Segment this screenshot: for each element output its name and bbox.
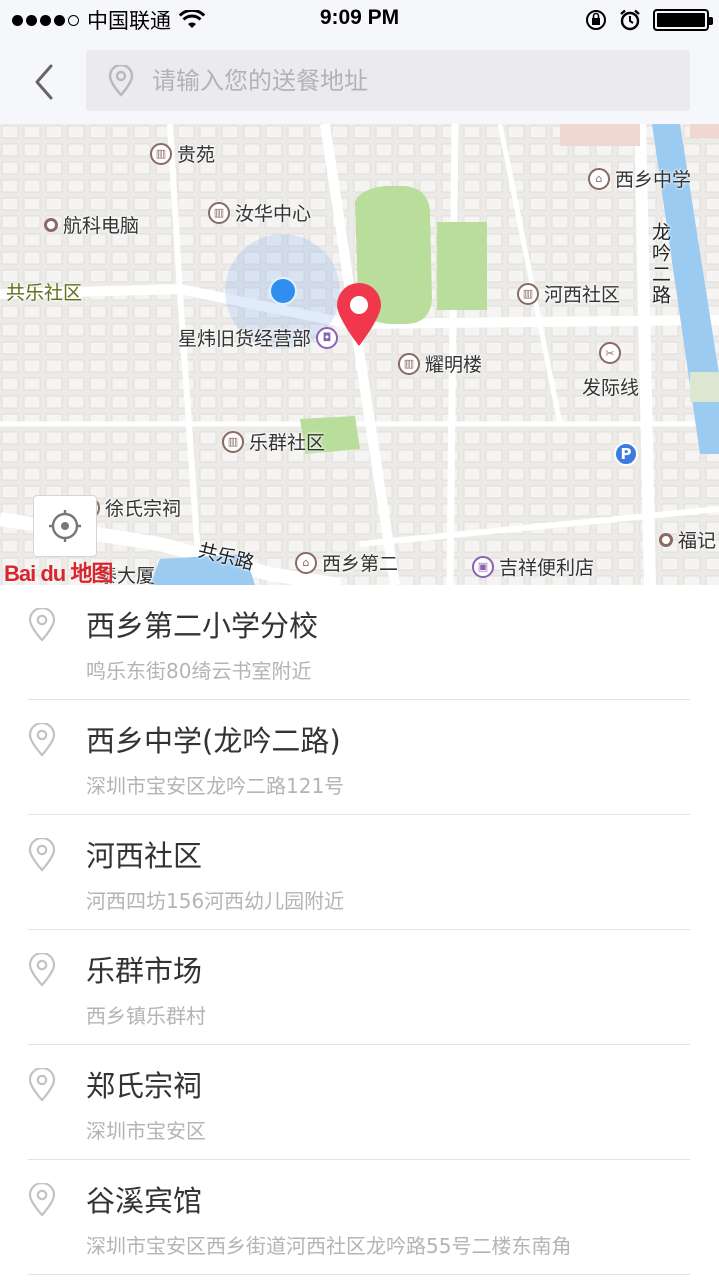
building-icon: ▥ <box>150 142 172 165</box>
map-poi-fuji[interactable]: 福记 <box>659 526 716 553</box>
map-poi-lequn-community[interactable]: ▥ 乐群社区 <box>222 428 325 455</box>
location-pin-icon <box>28 723 56 757</box>
scissors-icon: ✂ <box>599 342 621 364</box>
address-search-box[interactable] <box>86 50 690 111</box>
rotation-lock-icon <box>585 9 607 31</box>
map-area-gongle: 共乐社区 <box>6 282 83 304</box>
school-icon: ⌂ <box>295 551 317 574</box>
location-pin-icon <box>28 953 56 987</box>
address-search-input[interactable] <box>152 66 652 95</box>
address-item[interactable]: 西乡第二小学分校 鸣乐东街80绮云书室附近 <box>28 585 690 700</box>
map-poi-fajixian[interactable]: 发际线 <box>582 373 639 400</box>
address-suggestion-list: 西乡第二小学分校 鸣乐东街80绮云书室附近 西乡中学(龙吟二路) 深圳市宝安区龙… <box>0 585 719 1280</box>
map-poi-scissors[interactable]: ✂ <box>599 342 621 364</box>
building-icon: ▥ <box>398 352 420 375</box>
road-longyin-2: 龙吟二路 <box>649 222 671 306</box>
address-detail: 深圳市宝安区西乡街道河西社区龙吟路55号二楼东南角 <box>86 1234 572 1258</box>
address-detail: 深圳市宝安区 <box>86 1119 206 1143</box>
status-bar: 中国联通 9:09 PM <box>0 0 719 40</box>
poi-dot-icon <box>44 217 58 232</box>
location-pin-icon <box>28 608 56 642</box>
address-name: 郑氏宗祠 <box>86 1069 203 1103</box>
back-button[interactable] <box>24 58 64 106</box>
map-poi-ruhua[interactable]: ▥ 汝华中心 <box>208 199 311 226</box>
chevron-left-icon <box>35 64 53 100</box>
address-detail: 深圳市宝安区龙吟二路121号 <box>86 774 345 798</box>
map-poi-hexi-community[interactable]: ▥ 河西社区 <box>517 280 620 307</box>
map-poi-xixiang-middle[interactable]: ⌂ 西乡中学 <box>588 165 691 192</box>
poi-dot-icon <box>659 532 673 547</box>
parking-icon[interactable]: P <box>614 442 638 466</box>
building-icon: ▥ <box>517 282 539 305</box>
address-name: 西乡第二小学分校 <box>86 609 319 643</box>
store-icon: ▣ <box>472 555 494 578</box>
building-icon: ▥ <box>208 201 230 224</box>
location-pin-icon <box>28 838 56 872</box>
map-poi-hangke[interactable]: 航科电脑 <box>44 211 139 238</box>
address-item[interactable]: 谷溪宾馆 深圳市宝安区西乡街道河西社区龙吟路55号二楼东南角 <box>28 1160 690 1275</box>
building-icon: ▥ <box>222 430 244 453</box>
address-item[interactable]: 西乡中学(龙吟二路) 深圳市宝安区龙吟二路121号 <box>28 700 690 815</box>
school-icon: ⌂ <box>588 167 610 190</box>
address-item[interactable]: 郑氏宗祠 深圳市宝安区 <box>28 1045 690 1160</box>
locate-me-button[interactable] <box>33 495 97 557</box>
address-item[interactable]: 乐群市场 西乡镇乐群村 <box>28 930 690 1045</box>
current-location-dot <box>269 277 297 305</box>
selected-location-pin-icon <box>337 283 381 346</box>
map-poi-xingwei[interactable]: 星炜旧货经营部 ◘ <box>178 324 339 351</box>
address-detail: 鸣乐东街80绮云书室附近 <box>86 659 312 683</box>
address-name: 西乡中学(龙吟二路) <box>86 724 341 758</box>
location-pin-icon <box>28 1068 56 1102</box>
status-right <box>585 7 713 33</box>
location-pin-icon <box>28 1183 56 1217</box>
battery-icon <box>653 9 713 31</box>
alarm-icon <box>619 9 641 31</box>
address-name: 谷溪宾馆 <box>86 1184 203 1218</box>
address-name: 河西社区 <box>86 839 203 873</box>
map-poi-xixiang-second[interactable]: ⌂ 西乡第二 <box>295 549 398 576</box>
map-poi-yaoming[interactable]: ▥ 耀明楼 <box>398 350 482 377</box>
map-poi-guiyuan[interactable]: ▥ 贵苑 <box>150 140 215 167</box>
location-pin-icon <box>108 64 134 97</box>
baidu-map-logo: Bai du 地图 <box>4 561 113 585</box>
header <box>0 40 719 124</box>
map-view[interactable]: ▥ 贵苑 航科电脑 ▥ 汝华中心 ⌂ 西乡中学 共乐社区 ▥ 河西社区 星炜旧货经营部 ◘… <box>0 124 719 585</box>
crosshair-icon <box>49 510 81 542</box>
address-item[interactable]: 河西社区 河西四坊156河西幼儿园附近 <box>28 815 690 930</box>
address-detail: 河西四坊156河西幼儿园附近 <box>86 889 345 913</box>
address-name: 乐群市场 <box>86 954 203 988</box>
map-poi-jixiang-store[interactable]: ▣ 吉祥便利店 <box>472 553 594 580</box>
address-detail: 西乡镇乐群村 <box>86 1004 206 1028</box>
